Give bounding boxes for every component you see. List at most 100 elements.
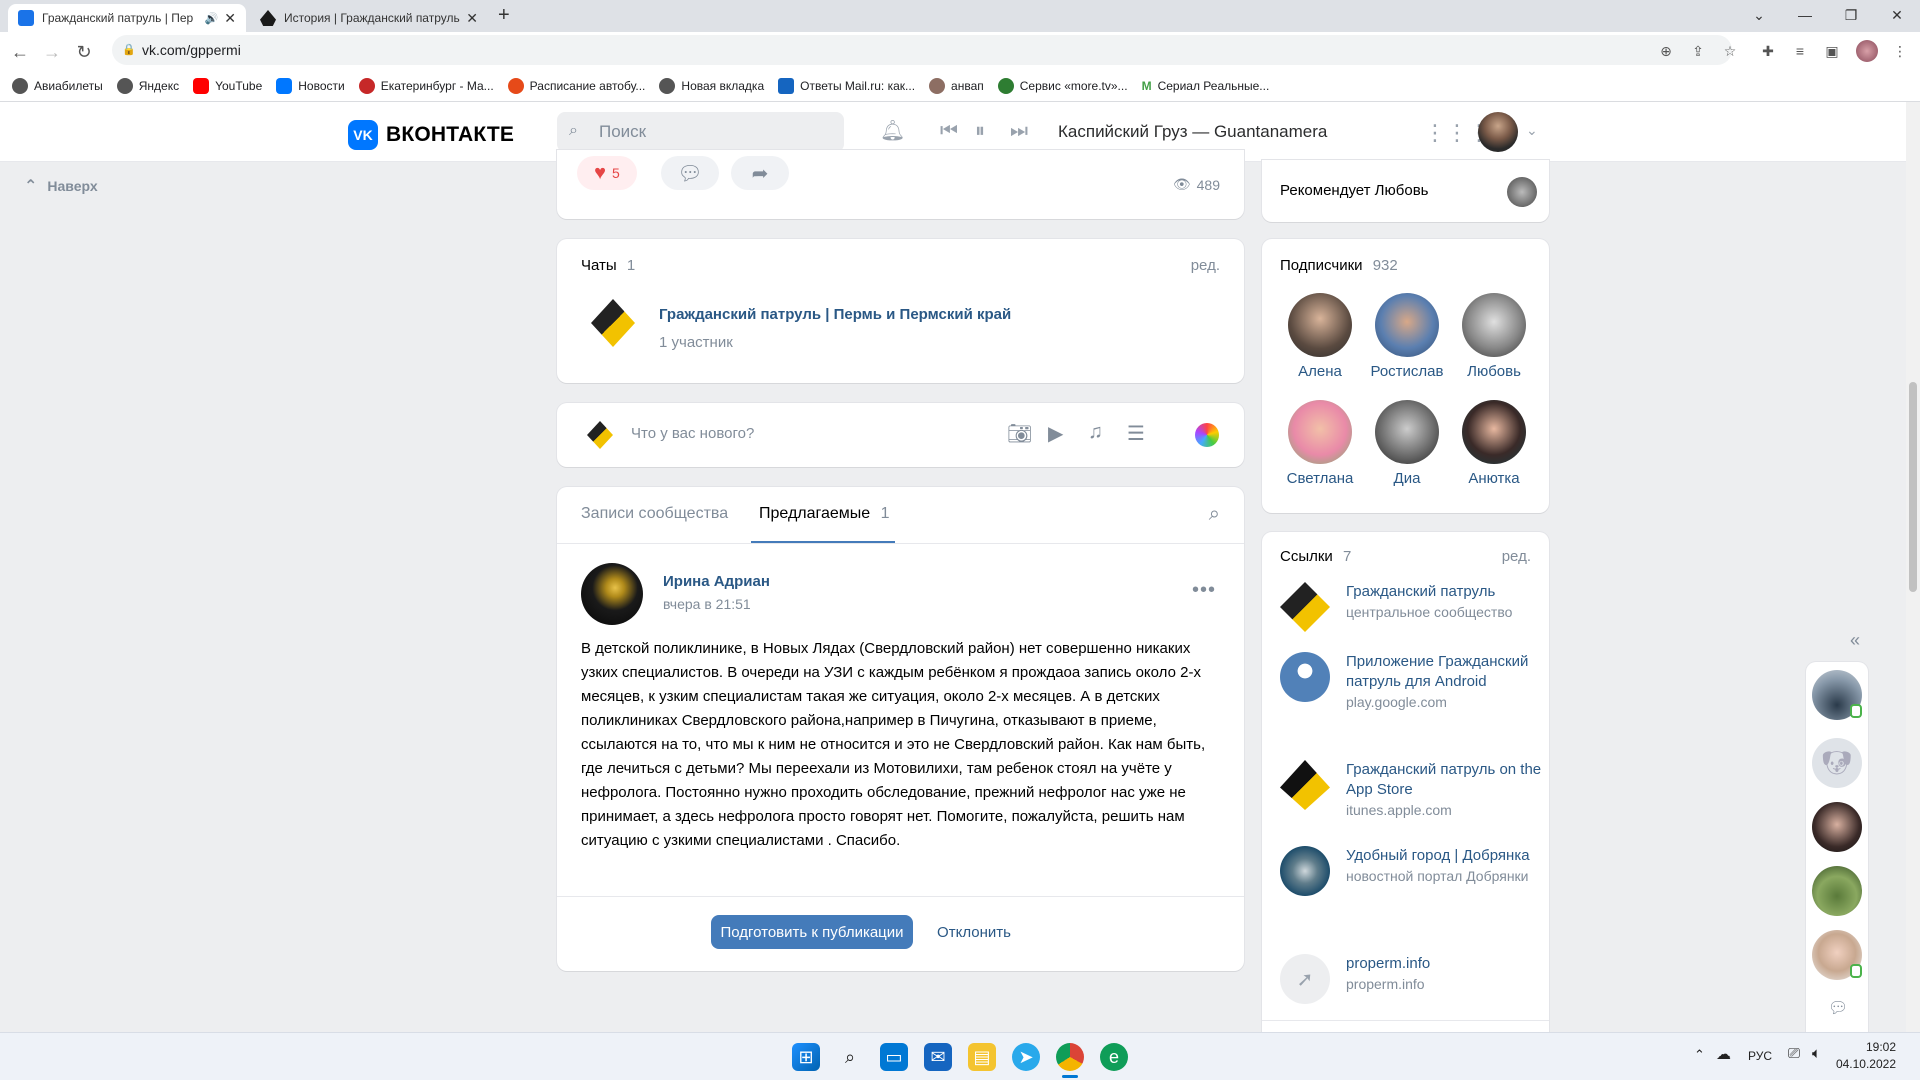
bookmark-item[interactable]: Ответы Mail.ru: как... [778,77,915,94]
file-explorer-icon[interactable]: ▤ [968,1043,996,1071]
tray-chevron-icon[interactable]: ⌃ [1694,1047,1705,1063]
bell-icon[interactable]: 🔔︎ [880,118,905,143]
new-tab-button[interactable]: + [498,4,510,27]
browser-tab-active[interactable]: Гражданский патруль | Пер 🔊 ✕ [8,4,246,32]
chats-header[interactable]: Чаты 1 [581,257,635,274]
comment-button[interactable]: 💬︎ [661,156,719,190]
search-icon[interactable]: ⌕ [836,1043,864,1071]
post-author[interactable]: Ирина Адриан [663,573,770,590]
close-window-icon[interactable]: ✕ [1874,0,1920,30]
scrollbar-thumb[interactable] [1909,382,1917,592]
next-track-icon[interactable]: ⏭ [1010,120,1028,143]
chat-name[interactable]: Гражданский патруль | Пермь и Пермский к… [659,306,1011,323]
side-panel-icon[interactable]: ▣ [1822,41,1842,61]
language-indicator[interactable]: РУС [1748,1049,1772,1063]
chat-avatar-placeholder[interactable]: 🐶︎ [1812,738,1862,788]
task-view-icon[interactable]: ▭ [880,1043,908,1071]
link-item[interactable]: Удобный город | Добрянка новостной портал… [1280,846,1540,936]
link-item[interactable]: ➚ properm.info properm.info [1280,954,1540,1004]
recommender-avatar[interactable] [1507,177,1537,207]
search-icon[interactable]: ⌕ [1209,503,1220,526]
bookmark-item[interactable]: Новая вкладка [659,77,764,94]
chats-edit-link[interactable]: ред. [1191,257,1220,274]
now-playing-track[interactable]: Каспийский Груз — Guantanamera [1058,122,1327,142]
clock[interactable]: 19:02 04.10.2022 [1836,1039,1896,1073]
volume-icon[interactable]: 🔈︎ [1812,1045,1821,1062]
tab-audio-icon[interactable]: 🔊 [205,12,219,25]
subscriber-item[interactable]: Диа [1367,400,1447,487]
composer-input[interactable]: Что у вас нового? [631,425,754,442]
prev-track-icon[interactable]: ⏮ [940,120,958,143]
extensions-icon[interactable]: ✚ [1758,41,1778,61]
publish-button[interactable]: Подготовить к публикации [711,915,913,949]
like-button[interactable]: ♥ 5 [577,156,637,190]
link-item[interactable]: Приложение Гражданский патруль для Andro… [1280,652,1540,742]
windows-start-icon[interactable]: ⊞ [792,1043,820,1071]
app-icon[interactable]: e [1100,1043,1128,1071]
bookmark-item[interactable]: Авиабилеты [12,77,103,94]
back-icon[interactable]: ← [8,40,32,64]
chrome-icon[interactable] [1056,1043,1084,1071]
zoom-icon[interactable]: ⊕ [1656,41,1676,61]
share-icon[interactable]: ⇪ [1688,41,1708,61]
chat-avatar[interactable] [1812,866,1862,916]
subscriber-item[interactable]: Светлана [1280,400,1360,487]
network-icon[interactable]: ⎚ [1788,1045,1800,1062]
browser-tab[interactable]: История | Гражданский патруль ✕ [250,4,488,32]
author-avatar[interactable] [581,563,643,625]
tab-community-posts[interactable]: Записи сообщества [581,505,728,523]
links-edit-link[interactable]: ред. [1502,548,1531,565]
recommend-card[interactable]: Рекомендует Любовь [1262,160,1549,222]
subscriber-item[interactable]: Ростислав [1367,293,1447,380]
bookmark-item[interactable]: Яндекс [116,77,179,94]
post-time[interactable]: вчера в 21:51 [663,596,751,612]
tab-suggested[interactable]: Предлагаемые 1 [759,505,890,523]
bookmark-item[interactable]: M Сериал Реальные... [1142,79,1270,93]
page-scrollbar[interactable] [1906,102,1920,1032]
bookmark-item[interactable]: Сервис «more.tv»... [997,77,1128,94]
video-icon[interactable]: ▶ [1048,421,1063,446]
subscriber-item[interactable]: Алена [1280,293,1360,380]
telegram-icon[interactable]: ➤ [1012,1043,1040,1071]
scroll-to-top[interactable]: ⌃ Наверх [24,176,98,196]
mail-icon[interactable]: ✉ [924,1043,952,1071]
reading-list-icon[interactable]: ≡ [1790,41,1810,61]
onedrive-icon[interactable]: ☁ [1716,1045,1731,1063]
bookmark-star-icon[interactable]: ☆ [1720,41,1740,61]
links-header[interactable]: Ссылки 7 [1280,548,1351,565]
reload-icon[interactable]: ↻ [72,40,96,64]
bookmark-item[interactable]: анвап [929,77,984,94]
tab-search-icon[interactable]: ⌄ [1736,0,1782,30]
chevron-down-icon[interactable]: ⌄ [1526,122,1538,139]
tab-close-icon[interactable]: ✕ [224,10,236,27]
link-item[interactable]: Гражданский патруль центральное сообществ… [1280,582,1540,642]
menu-icon[interactable]: ⋮ [1890,41,1910,61]
ai-palette-icon[interactable] [1195,423,1219,447]
pause-icon[interactable]: ⏸ [975,120,985,143]
collapse-chats-icon[interactable]: « [1850,630,1860,651]
music-icon[interactable]: ♫ [1088,421,1103,444]
share-button[interactable]: ➦ [731,156,789,190]
minimize-icon[interactable]: — [1782,0,1828,30]
subscriber-item[interactable]: Любовь [1454,293,1534,380]
forward-icon[interactable]: → [40,40,64,64]
bookmark-item[interactable]: Расписание автобу... [507,77,645,94]
maximize-icon[interactable]: ❐ [1828,0,1874,30]
bookmark-item[interactable]: YouTube [193,77,262,94]
subscriber-item[interactable]: Анютка [1454,400,1534,487]
profile-avatar[interactable] [1856,40,1878,62]
address-bar[interactable]: 🔒 vk.com/gppermi [112,35,1732,65]
user-avatar[interactable] [1478,112,1518,152]
more-options-icon[interactable]: ••• [1192,579,1216,602]
article-icon[interactable]: ☰ [1127,421,1145,446]
subscribers-header[interactable]: Подписчики 932 [1280,257,1398,274]
camera-icon[interactable]: 📷︎ [1007,421,1032,446]
reject-button[interactable]: Отклонить [929,915,1019,949]
chat-avatar[interactable] [1812,802,1862,852]
tab-close-icon[interactable]: ✕ [466,10,478,27]
link-item[interactable]: Гражданский патруль on the App Store itun… [1280,760,1541,830]
bookmark-item[interactable]: Новости [276,77,345,94]
vk-logo[interactable]: VK ВКОНТАКТЕ [348,120,514,150]
chat-bubble-icon[interactable]: 💬︎ [1828,998,1848,1018]
bookmark-item[interactable]: Екатеринбург - Ма... [358,77,494,94]
